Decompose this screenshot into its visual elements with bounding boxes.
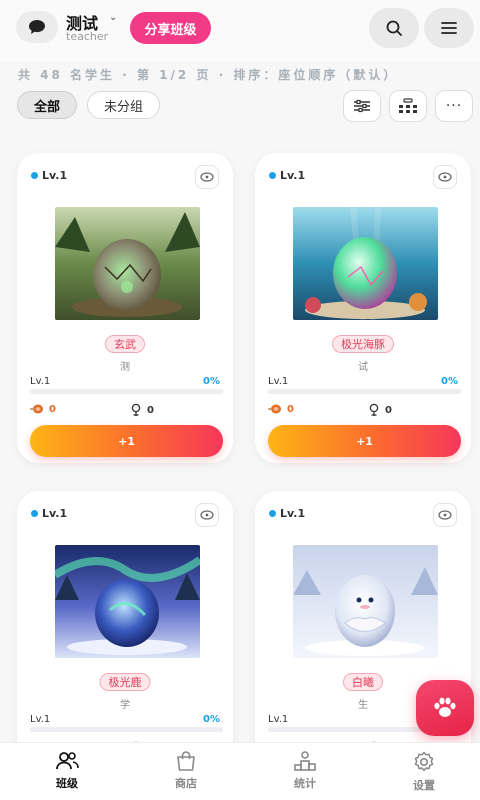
sort-settings-button[interactable] — [343, 90, 381, 122]
filter-ungrouped-chip[interactable]: 未分组 — [87, 91, 160, 119]
progress-percent: 0% — [441, 376, 458, 387]
nav-settings[interactable]: 设置 — [384, 751, 464, 793]
student-summary: 共 48 名学生 · 第 1/2 页 · 排序：座位顺序（默认） — [18, 68, 399, 82]
menu-button[interactable] — [424, 8, 474, 48]
chevron-down-icon[interactable]: ⌄ — [109, 12, 117, 23]
nav-settings-label: 设置 — [413, 779, 435, 792]
bottom-navigation: 班级 商店 统计 设置 — [0, 742, 480, 800]
gear-icon — [414, 751, 434, 772]
nav-shop-label: 商店 — [175, 777, 197, 790]
view-detail-button[interactable] — [195, 165, 219, 189]
progress-percent: 0% — [203, 376, 220, 387]
level-text: Lv.1 — [42, 169, 68, 182]
level-dot-icon — [269, 172, 276, 179]
meat-icon — [30, 404, 43, 414]
app-header: 测试 ⌄ teacher 分享班级 — [0, 0, 480, 62]
nav-class-label: 班级 — [56, 777, 78, 790]
level-dot-icon — [269, 510, 276, 517]
student-name: 学 — [120, 700, 130, 711]
pet-image[interactable] — [293, 207, 438, 320]
nav-stats-label: 统计 — [294, 777, 316, 790]
badge-stat: 0 — [130, 403, 154, 417]
level-text: Lv.1 — [280, 169, 306, 182]
class-role: teacher — [66, 30, 109, 43]
pet-name-tag: 白曦 — [343, 673, 383, 691]
more-dots-icon: ··· — [445, 98, 463, 114]
nav-class[interactable]: 班级 — [27, 751, 107, 791]
filter-all-chip[interactable]: 全部 — [17, 91, 77, 119]
level-text: Lv.1 — [42, 507, 68, 520]
eye-icon — [438, 172, 452, 182]
student-name: 试 — [358, 362, 368, 373]
level-badge: Lv.1 — [31, 169, 67, 182]
pet-name-tag: 极光鹿 — [99, 673, 151, 691]
student-card[interactable]: Lv.1 极光海豚 试 Lv.1 0% 0 0 +1 — [255, 153, 471, 463]
progress-level-label: Lv.1 — [268, 714, 289, 725]
food-stat: 0 — [30, 403, 56, 415]
level-text: Lv.1 — [280, 507, 306, 520]
pet-action-button[interactable] — [416, 680, 474, 736]
chat-bubble-icon — [29, 20, 45, 34]
badge-count: 0 — [385, 404, 392, 416]
view-detail-button[interactable] — [433, 165, 457, 189]
student-name: 测 — [120, 362, 130, 373]
level-dot-icon — [31, 172, 38, 179]
podium-icon — [294, 751, 316, 771]
nav-stats[interactable]: 统计 — [265, 751, 345, 791]
progress-percent: 0% — [203, 714, 220, 725]
progress-bar — [30, 727, 223, 732]
hamburger-icon — [441, 22, 457, 34]
chat-button[interactable] — [16, 11, 58, 43]
add-point-button[interactable]: +1 — [268, 425, 461, 457]
shop-bag-icon — [177, 751, 195, 771]
progress-level-label: Lv.1 — [30, 376, 51, 387]
progress-bar — [30, 389, 223, 394]
view-detail-button[interactable] — [195, 503, 219, 527]
search-icon — [386, 20, 402, 36]
level-dot-icon — [31, 510, 38, 517]
badge-count: 0 — [147, 404, 154, 416]
pet-image[interactable] — [55, 545, 200, 658]
progress-level-label: Lv.1 — [268, 376, 289, 387]
eye-icon — [438, 510, 452, 520]
paw-icon — [434, 697, 456, 717]
pet-name-tag: 玄武 — [105, 335, 145, 353]
level-badge: Lv.1 — [31, 507, 67, 520]
level-badge: Lv.1 — [269, 507, 305, 520]
eye-icon — [200, 172, 214, 182]
seating-layout-button[interactable] — [389, 90, 427, 122]
medal-icon — [131, 403, 141, 416]
medal-icon — [369, 403, 379, 416]
pet-image[interactable] — [293, 545, 438, 658]
food-count: 0 — [49, 403, 56, 415]
view-detail-button[interactable] — [433, 503, 457, 527]
sliders-icon — [354, 99, 370, 113]
classroom-grid-icon — [399, 98, 417, 113]
eye-icon — [200, 510, 214, 520]
progress-level-label: Lv.1 — [30, 714, 51, 725]
level-badge: Lv.1 — [269, 169, 305, 182]
more-options-button[interactable]: ··· — [435, 90, 473, 122]
users-icon — [56, 752, 79, 770]
food-stat: 0 — [268, 403, 294, 415]
pet-name-tag: 极光海豚 — [332, 335, 394, 353]
student-card[interactable]: Lv.1 玄武 测 Lv.1 0% 0 0 +1 — [17, 153, 233, 463]
badge-stat: 0 — [368, 403, 392, 417]
share-class-button[interactable]: 分享班级 — [130, 12, 211, 44]
food-count: 0 — [287, 403, 294, 415]
search-button[interactable] — [369, 8, 419, 48]
meat-icon — [268, 404, 281, 414]
nav-shop[interactable]: 商店 — [146, 751, 226, 791]
progress-bar — [268, 389, 461, 394]
pet-image[interactable] — [55, 207, 200, 320]
add-point-button[interactable]: +1 — [30, 425, 223, 457]
